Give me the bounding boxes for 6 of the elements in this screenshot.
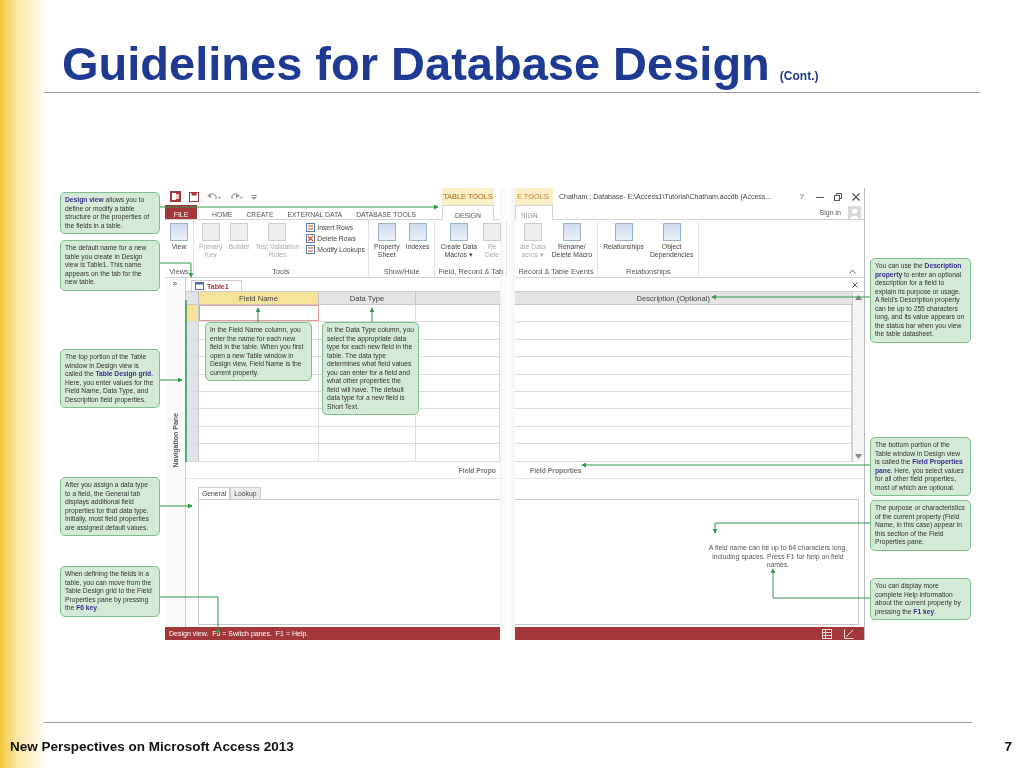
slide-title: Guidelines for Database Design bbox=[62, 36, 770, 91]
nav-toggle[interactable]: » bbox=[172, 279, 178, 288]
page-number: 7 bbox=[1004, 739, 1012, 754]
title-note: (Cont.) bbox=[779, 69, 819, 83]
footer-text: New Perspectives on Microsoft Access 2013 bbox=[10, 739, 294, 754]
help-button[interactable]: ? bbox=[799, 192, 804, 201]
